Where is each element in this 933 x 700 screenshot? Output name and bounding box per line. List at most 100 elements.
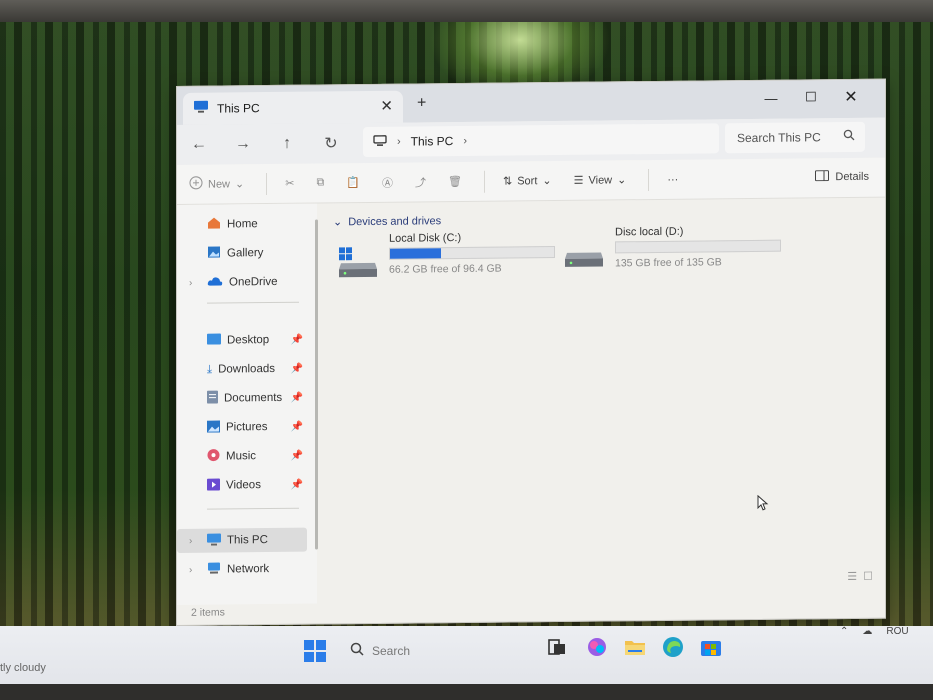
task-view-icon[interactable] <box>544 634 570 660</box>
file-explorer-icon[interactable] <box>622 634 648 660</box>
paste-button[interactable]: 📋 <box>346 176 360 189</box>
search-icon <box>843 129 855 144</box>
drive-name: Local Disk (C:) <box>389 232 462 245</box>
taskbar-search[interactable]: Search <box>350 642 410 659</box>
tiles-view-icon[interactable]: ☐ <box>863 570 873 583</box>
weather-widget[interactable]: tly cloudy <box>0 662 46 674</box>
videos-icon <box>207 478 220 493</box>
view-label: View <box>588 173 613 187</box>
edge-browser-icon[interactable] <box>660 634 686 660</box>
sidebar-item-home[interactable]: Home <box>177 212 307 237</box>
chevron-down-icon: ⌄ <box>542 175 552 188</box>
details-pane-button[interactable]: Details <box>815 170 869 185</box>
network-icon <box>207 562 221 577</box>
search-placeholder: Search This PC <box>737 130 821 146</box>
maximize-button[interactable]: ☐ <box>791 84 831 110</box>
drive-usage-fill <box>390 248 442 259</box>
more-options-button[interactable]: ··· <box>667 173 678 185</box>
chevron-down-icon: ⌄ <box>617 174 627 187</box>
pin-icon[interactable]: 📌 <box>291 450 303 461</box>
file-list: ⌄ Devices and drives Local Disk (C:) 66.… <box>323 198 883 604</box>
status-bar-item-count: 2 items <box>191 606 225 619</box>
sidebar-item-label: This PC <box>227 534 268 547</box>
drive-local-disk-c[interactable]: Local Disk (C:) 66.2 GB free of 96.4 GB <box>337 231 555 279</box>
back-button[interactable]: ← <box>177 129 221 161</box>
copilot-icon[interactable] <box>584 634 610 660</box>
music-icon <box>207 449 220 465</box>
details-view-icon[interactable]: ☰ <box>847 570 857 583</box>
chevron-right-icon[interactable]: › <box>189 564 192 575</box>
navigation-pane-scrollbar[interactable] <box>315 219 318 550</box>
sidebar-item-network[interactable]: › Network <box>177 557 307 582</box>
file-explorer-window: This PC ✕ + — ☐ ✕ ← → ↑ ↻ › This PC › Se… <box>176 78 886 626</box>
sidebar-item-this-pc[interactable]: › This PC <box>177 527 307 553</box>
desktop-icon <box>207 333 221 348</box>
sidebar-item-label: Home <box>227 218 258 231</box>
chevron-down-icon: ⌄ <box>333 216 343 229</box>
layout-toggle: ☰ ☐ <box>847 570 873 583</box>
delete-button[interactable]: 🗑 <box>448 175 462 188</box>
close-tab-icon[interactable]: ✕ <box>380 97 393 115</box>
chevron-right-icon: › <box>397 135 401 148</box>
drive-icon <box>563 241 605 273</box>
plus-circle-icon <box>189 176 203 193</box>
network-status-icon[interactable]: ☁ <box>862 626 872 637</box>
rename-button[interactable]: Ⓐ <box>382 174 393 190</box>
chevron-down-icon: ⌄ <box>235 178 245 191</box>
monitor-bezel-bottom <box>0 684 933 700</box>
copy-button[interactable]: ⧉ <box>316 176 324 189</box>
chevron-right-icon[interactable]: › <box>189 535 192 546</box>
share-button[interactable]: ⤴ <box>415 174 426 190</box>
view-button[interactable]: ☰ View ⌄ <box>574 173 627 187</box>
start-button[interactable] <box>304 640 326 667</box>
drive-usage-bar <box>389 246 555 260</box>
sort-icon: ⇅ <box>502 175 513 188</box>
language-indicator[interactable]: ROU <box>886 626 908 637</box>
sidebar-item-downloads[interactable]: ⤓ Downloads 📌 <box>177 357 307 382</box>
address-bar[interactable]: › This PC › <box>363 123 719 158</box>
sidebar-item-documents[interactable]: Documents 📌 <box>177 386 307 411</box>
sidebar-item-gallery[interactable]: Gallery <box>177 241 307 266</box>
tab-title: This PC <box>217 101 260 116</box>
forward-button[interactable]: → <box>221 128 265 160</box>
drive-disc-local-d[interactable]: Disc local (D:) 135 GB free of 135 GB <box>563 225 781 273</box>
sort-label: Sort <box>517 174 538 187</box>
pin-icon[interactable]: 📌 <box>291 363 303 374</box>
new-button[interactable]: New ⌄ <box>189 175 244 193</box>
sidebar-item-pictures[interactable]: Pictures 📌 <box>177 415 307 440</box>
minimize-button[interactable]: — <box>751 85 791 111</box>
sidebar-item-desktop[interactable]: Desktop 📌 <box>177 328 307 353</box>
computer-icon <box>193 100 209 118</box>
sidebar-item-music[interactable]: Music 📌 <box>177 444 307 469</box>
pin-icon[interactable]: 📌 <box>291 421 303 432</box>
cut-button[interactable]: ✂ <box>285 177 294 190</box>
breadcrumb-this-pc[interactable]: This PC <box>411 134 454 148</box>
mouse-pointer-icon <box>757 494 769 516</box>
group-header-devices[interactable]: ⌄ Devices and drives <box>333 214 441 229</box>
toolbar-divider <box>648 168 650 191</box>
pin-icon[interactable]: 📌 <box>291 479 303 490</box>
up-button[interactable]: ↑ <box>265 128 309 160</box>
pin-icon[interactable]: 📌 <box>291 392 303 403</box>
search-box[interactable]: Search This PC <box>725 121 865 154</box>
sidebar-item-label: Documents <box>224 391 283 405</box>
refresh-button[interactable]: ↻ <box>309 127 353 159</box>
new-label: New <box>208 177 231 191</box>
chevron-right-icon[interactable]: › <box>189 277 192 288</box>
sidebar-item-onedrive[interactable]: › OneDrive <box>177 270 307 295</box>
sidebar-item-videos[interactable]: Videos 📌 <box>177 473 307 498</box>
scissors-icon: ✂ <box>285 177 295 190</box>
pictures-icon <box>207 420 220 435</box>
new-tab-button[interactable]: + <box>417 94 426 112</box>
microsoft-store-icon[interactable] <box>698 634 724 660</box>
sort-button[interactable]: ⇅ Sort ⌄ <box>503 174 552 188</box>
tab-this-pc[interactable]: This PC ✕ <box>183 90 403 125</box>
chevron-right-icon[interactable]: › <box>463 135 467 147</box>
computer-icon <box>373 134 387 149</box>
pin-icon[interactable]: 📌 <box>291 334 303 345</box>
chevron-up-icon[interactable]: ⌃ <box>840 626 848 637</box>
toolbar-divider <box>483 170 485 193</box>
clipboard-icon: 📋 <box>346 177 361 190</box>
download-icon: ⤓ <box>207 363 213 376</box>
close-window-button[interactable]: ✕ <box>831 84 871 110</box>
